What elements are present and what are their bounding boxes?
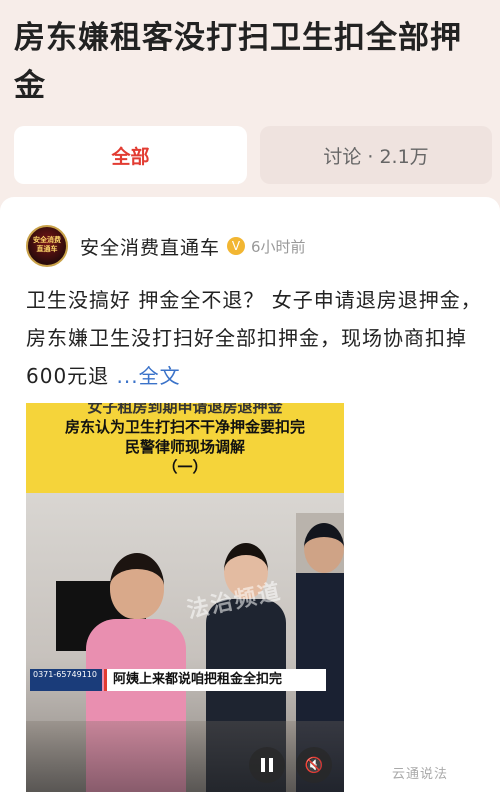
page-title: 房东嫌租客没打扫卫生扣全部押金	[14, 20, 462, 104]
avatar[interactable]: 安全消费直通车	[26, 225, 68, 267]
pause-icon	[261, 758, 265, 772]
post-time: 6小时前	[251, 237, 306, 256]
expand-full-text-link[interactable]: ...全文	[117, 364, 181, 388]
post-content[interactable]: 卫生没搞好 押金全不退？ 女子申请退房退押金，房东嫌卫生没打扫好全部扣押金，现场…	[26, 281, 482, 395]
video-controls: 🔇	[26, 721, 344, 792]
author-row: 安全消费直通车 安全消费直通车 V 6小时前	[26, 225, 306, 267]
verified-badge-icon: V	[227, 237, 246, 255]
video-title-banner: 女子租房到期申请退房退押金 房东认为卫生打扫不干净押金要扣完 民警律师现场调解 …	[26, 403, 344, 493]
banner-line: 民警律师现场调解	[124, 438, 245, 456]
author-name[interactable]: 安全消费直通车	[80, 233, 220, 260]
video-player[interactable]: 女子租房到期申请退房退押金 房东认为卫生打扫不干净押金要扣完 民警律师现场调解 …	[26, 403, 344, 792]
banner-line: （一）	[162, 458, 208, 476]
lower-third: 0371-65749110 阿姨上来都说咱把租金全扣完	[26, 665, 344, 695]
banner-line: 女子租房到期申请退房退押金	[87, 403, 283, 416]
tab-all[interactable]: 全部	[14, 126, 247, 184]
mute-icon: 🔇	[304, 756, 324, 774]
post-text: 卫生没搞好 押金全不退？ 女子申请退房退押金，房东嫌卫生没打扫好全部扣押金，现场…	[26, 288, 482, 388]
mute-button[interactable]: 🔇	[296, 747, 332, 783]
source-watermark: 云通说法	[392, 767, 449, 782]
tab-bar: 全部 讨论 · 2.1万	[14, 126, 492, 184]
post-card: 安全消费直通车 安全消费直通车 V 6小时前 卫生没搞好 押金全不退？ 女子申请…	[0, 197, 500, 792]
pause-button[interactable]	[249, 747, 285, 783]
tab-discussion[interactable]: 讨论 · 2.1万	[260, 126, 492, 184]
video-subtitle: 阿姨上来都说咱把租金全扣完	[104, 669, 326, 691]
avatar-logo-text: 安全消费直通车	[33, 236, 61, 253]
banner-line: 房东认为卫生打扫不干净押金要扣完	[64, 418, 305, 436]
hotline-badge: 0371-65749110	[30, 669, 102, 691]
pause-icon-bar	[269, 758, 273, 772]
